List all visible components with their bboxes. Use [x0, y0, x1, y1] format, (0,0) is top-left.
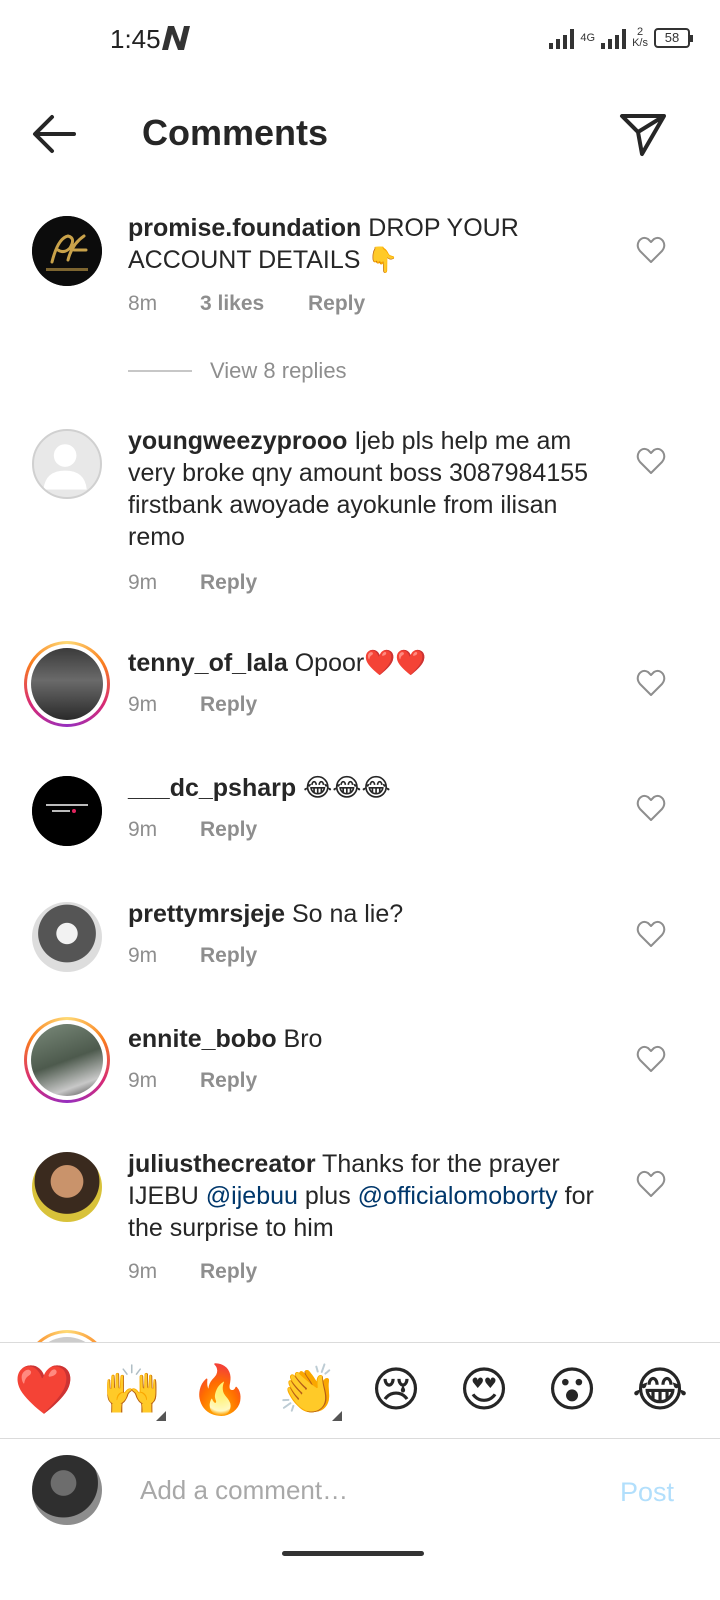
comment-username[interactable]: promise.foundation — [128, 214, 361, 242]
comment-username[interactable]: prettymrsjeje — [128, 900, 285, 928]
comment-content: Bro — [276, 1025, 323, 1053]
header: Comments — [0, 90, 720, 180]
skin-tone-indicator-icon — [332, 1410, 342, 1421]
emoji-fire[interactable]: 🔥 — [176, 1343, 264, 1439]
reply-button[interactable]: Reply — [200, 571, 257, 595]
reply-button[interactable]: Reply — [200, 818, 257, 842]
comment-username[interactable]: juliusthecreator — [128, 1150, 316, 1178]
network-type: 4G — [580, 31, 596, 44]
comments-list[interactable]: promise.foundation DROP YOUR ACCOUNT DET… — [0, 180, 720, 1342]
like-heart-icon[interactable] — [636, 920, 666, 948]
reply-button[interactable]: Reply — [200, 944, 257, 968]
comment-content-part2: plus — [297, 1182, 358, 1210]
view-replies-label: View 8 replies — [210, 358, 347, 383]
reply-button[interactable]: Reply — [200, 1069, 257, 1093]
comment-text: prettymrsjeje So na lie? — [128, 898, 608, 930]
home-indicator[interactable] — [282, 1551, 424, 1556]
like-heart-icon[interactable] — [636, 447, 666, 475]
emoji-heart[interactable]: ❤️ — [0, 1343, 88, 1439]
like-heart-icon[interactable] — [636, 1045, 666, 1073]
comment-meta: 9m Reply — [128, 571, 257, 595]
data-speed: 2 K/s — [632, 27, 648, 49]
data-speed-unit: K/s — [632, 37, 648, 49]
avatar[interactable] — [32, 1152, 102, 1222]
avatar[interactable] — [32, 902, 102, 972]
reply-button[interactable]: Reply — [308, 292, 365, 316]
comment-input-bar: Post — [0, 1438, 720, 1548]
post-button[interactable]: Post — [620, 1477, 674, 1508]
current-user-avatar — [32, 1455, 102, 1525]
comment-content: 😂😂😂 — [296, 774, 391, 802]
avatar-story-ring[interactable] — [24, 1017, 110, 1103]
comment-text: ennite_bobo Bro — [128, 1023, 608, 1055]
avatar-story-ring[interactable] — [24, 1330, 110, 1342]
share-direct-icon[interactable] — [618, 110, 668, 158]
comment-username[interactable]: tenny_of_lala — [128, 649, 288, 677]
signal-icon-2 — [601, 27, 627, 49]
emoji-heart-eyes[interactable]: 😍 — [440, 1343, 528, 1439]
comment-time: 9m — [128, 1069, 158, 1092]
comment-text: juliusthecreator Thanks for the prayer I… — [128, 1148, 608, 1244]
comment-meta: 9m Reply — [128, 818, 257, 842]
promise-foundation-logo-icon — [32, 216, 102, 286]
avatar[interactable] — [32, 216, 102, 286]
avatar-story-ring[interactable] — [24, 641, 110, 727]
comment-time: 9m — [128, 818, 158, 841]
reply-button[interactable]: Reply — [200, 693, 257, 717]
comment-time: 9m — [128, 571, 158, 594]
status-indicators: 4G 2 K/s 58 — [549, 20, 693, 56]
comment-meta: 9m Reply — [128, 1260, 257, 1284]
comment-meta: 9m Reply — [128, 693, 257, 717]
page-title: Comments — [142, 112, 329, 153]
skin-tone-indicator-icon — [156, 1410, 166, 1421]
emoji-clap-glyph: 👏 — [278, 1363, 338, 1417]
like-heart-icon[interactable] — [636, 669, 666, 697]
emoji-laughing[interactable]: 😂 — [616, 1343, 704, 1439]
comment-content: So na lie? — [285, 900, 404, 928]
like-heart-icon[interactable] — [636, 1170, 666, 1198]
view-replies-button[interactable]: View 8 replies — [128, 358, 347, 384]
comment-text: tenny_of_lala Opoor❤️❤️ — [128, 647, 608, 679]
emoji-crying[interactable]: 😢 — [352, 1343, 440, 1439]
emoji-raised-hands[interactable]: 🙌 — [88, 1343, 176, 1439]
back-arrow-icon[interactable] — [30, 112, 78, 156]
avatar[interactable] — [32, 429, 102, 499]
signal-icon — [549, 27, 575, 49]
comment-username[interactable]: ennite_bobo — [128, 1025, 277, 1053]
replies-divider — [128, 370, 192, 372]
avatar — [31, 648, 103, 720]
comment-text: ___dc_psharp 😂😂😂 — [128, 772, 608, 804]
status-bar: 1:45 4G 2 K/s 58 — [0, 0, 720, 80]
comment-time: 9m — [128, 944, 158, 967]
default-profile-icon — [43, 444, 87, 490]
emoji-clap[interactable]: 👏 — [264, 1343, 352, 1439]
comment-input[interactable] — [140, 1465, 580, 1515]
comment-time: 8m — [128, 292, 158, 315]
comment-username[interactable]: ___dc_psharp — [128, 774, 296, 802]
comment-text: youngweezyprooo Ijeb pls help me am very… — [128, 425, 608, 553]
reply-button[interactable]: Reply — [200, 1260, 257, 1284]
emoji-quick-bar: ❤️ 🙌 🔥 👏 😢 😍 😮 😂 — [0, 1342, 720, 1438]
comment-meta: 9m Reply — [128, 1069, 257, 1093]
battery-icon: 58 — [654, 28, 693, 48]
status-time: 1:45 — [110, 24, 161, 54]
like-heart-icon[interactable] — [636, 794, 666, 822]
comment-text: promise.foundation DROP YOUR ACCOUNT DET… — [128, 212, 608, 276]
comment-content: Opoor❤️❤️ — [287, 649, 427, 677]
avatar — [31, 1024, 103, 1096]
avatar[interactable] — [32, 776, 102, 846]
emoji-surprised[interactable]: 😮 — [528, 1343, 616, 1439]
comment-time: 9m — [128, 693, 158, 716]
emoji-raised-hands-glyph: 🙌 — [102, 1363, 162, 1417]
comment-meta: 8m 3 likes Reply — [128, 292, 365, 316]
mention-link[interactable]: @officialomoborty — [358, 1182, 558, 1210]
comment-meta: 9m Reply — [128, 944, 257, 968]
comment-username[interactable]: youngweezyprooo — [128, 427, 347, 455]
comment-time: 9m — [128, 1260, 158, 1283]
mention-link[interactable]: @ijebuu — [206, 1182, 298, 1210]
like-heart-icon[interactable] — [636, 236, 666, 264]
comment-likes[interactable]: 3 likes — [200, 292, 308, 316]
text-image-avatar-icon — [32, 776, 102, 846]
n-notification-icon — [162, 26, 190, 50]
